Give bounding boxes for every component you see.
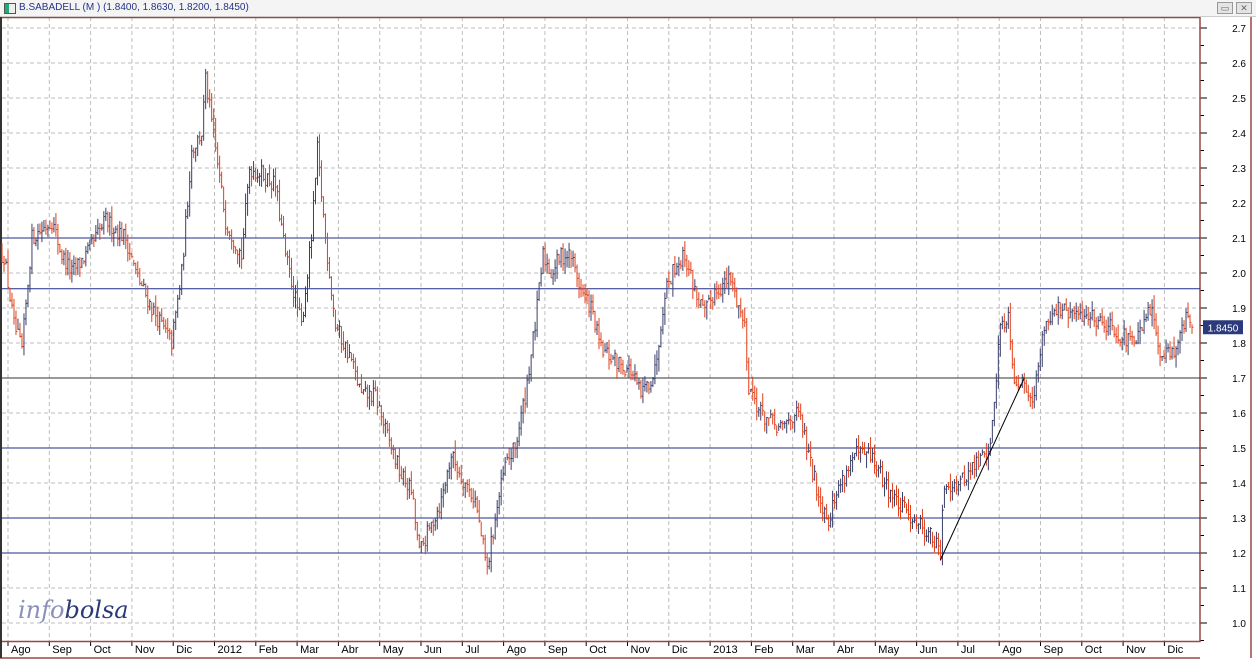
infobolsa-logo: infobolsa <box>18 596 129 624</box>
y-tick-label: 1.1 <box>1232 584 1246 595</box>
x-tick-label: Feb <box>754 644 773 656</box>
x-tick-label: Mar <box>300 644 319 656</box>
x-tick-label: May <box>878 644 899 656</box>
last-price-label: 1.8450 <box>1208 323 1239 334</box>
x-tick-label: Abr <box>837 644 854 656</box>
x-tick-label: Abr <box>341 644 358 656</box>
x-tick-label: Sep <box>1044 644 1064 656</box>
y-tick-label: 1.2 <box>1232 549 1246 560</box>
y-tick-label: 2.3 <box>1232 164 1246 175</box>
chart-window-icon <box>4 3 16 14</box>
x-tick-label: Oct <box>94 644 111 656</box>
y-tick-label: 2.7 <box>1232 24 1246 35</box>
x-tick-label: Oct <box>1085 644 1102 656</box>
y-tick-label: 2.4 <box>1232 129 1246 140</box>
price-chart[interactable]: 2.7 2.6 2.5 2.4 2.3 2.2 2.1 2.0 1.9 1.8 1.7 1.6 1.5 1… <box>0 17 1256 659</box>
x-tick-label: Nov <box>135 644 155 656</box>
y-tick-label: 1.9 <box>1232 304 1246 315</box>
x-tick-label: Ago <box>507 644 527 656</box>
y-tick-label: 2.5 <box>1232 94 1246 105</box>
minimize-button[interactable]: ▭ <box>1217 2 1233 14</box>
y-tick-label: 1.7 <box>1232 374 1246 385</box>
ohlc-bars <box>1 68 1194 575</box>
x-tick-label: Nov <box>631 644 651 656</box>
x-tick-label: 2012 <box>218 644 242 656</box>
y-tick-label: 1.5 <box>1232 444 1246 455</box>
title-bar: B.SABADELL (M ) (1.8400, 1.8630, 1.8200,… <box>0 0 1256 17</box>
x-tick-label: Ago <box>1002 644 1022 656</box>
y-tick-label: 1.4 <box>1232 479 1246 490</box>
x-tick-label: Feb <box>259 644 278 656</box>
x-tick-label: Jun <box>424 644 442 656</box>
y-tick-label: 2.0 <box>1232 269 1246 280</box>
x-tick-label: May <box>383 644 404 656</box>
x-tick-label: 2013 <box>713 644 737 656</box>
y-tick-label: 2.2 <box>1232 199 1246 210</box>
trendline <box>939 377 1025 561</box>
y-tick-label: 1.6 <box>1232 409 1246 420</box>
x-tick-label: Dic <box>176 644 192 656</box>
y-tick-label: 1.8 <box>1232 339 1246 350</box>
x-tick-label: Jul <box>465 644 479 656</box>
x-tick-label: Dic <box>1167 644 1183 656</box>
plot-frame <box>0 17 1201 643</box>
x-tick-label: Oct <box>589 644 606 656</box>
x-tick-label: Sep <box>548 644 568 656</box>
x-tick-label: Jul <box>961 644 975 656</box>
x-tick-label: Mar <box>796 644 815 656</box>
close-button[interactable]: ✕ <box>1236 2 1252 14</box>
x-tick-label: Sep <box>52 644 72 656</box>
chart-title: B.SABADELL (M ) (1.8400, 1.8630, 1.8200,… <box>19 2 249 13</box>
y-tick-label: 2.6 <box>1232 59 1246 70</box>
y-tick-label: 2.1 <box>1232 234 1246 245</box>
y-tick-label: 1.3 <box>1232 514 1246 525</box>
x-tick-label: Ago <box>11 644 31 656</box>
y-tick-label: 1.0 <box>1232 619 1246 630</box>
x-tick-label: Nov <box>1126 644 1146 656</box>
x-tick-label: Jun <box>920 644 938 656</box>
x-tick-label: Dic <box>672 644 688 656</box>
